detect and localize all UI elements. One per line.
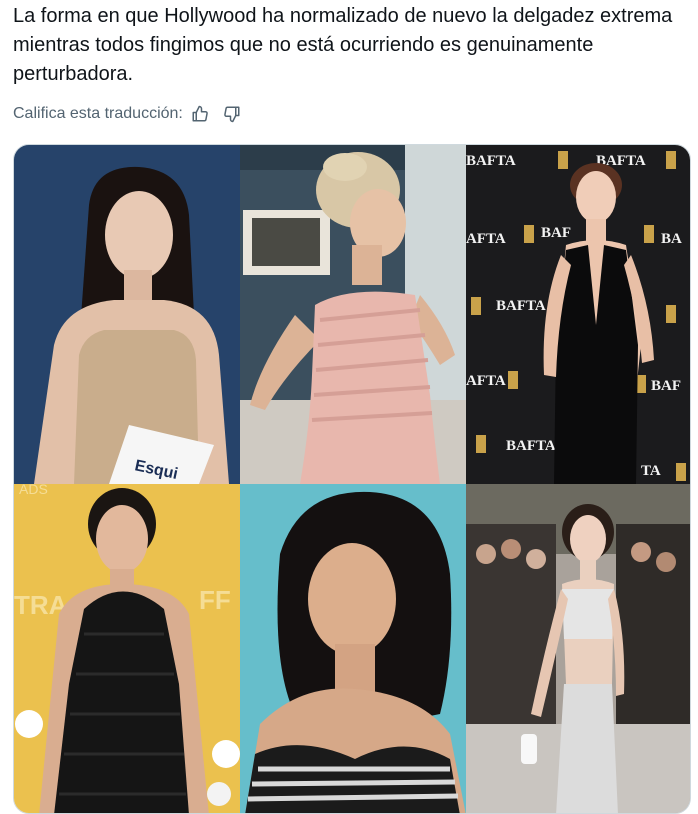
- photo-6-image: [466, 484, 690, 813]
- photo-4-image: TRA FF ADS: [14, 484, 240, 813]
- photo-2[interactable]: [240, 145, 466, 484]
- svg-text:BAFTA: BAFTA: [496, 298, 546, 314]
- photo-5[interactable]: [240, 484, 466, 813]
- svg-text:TA: TA: [641, 463, 661, 479]
- photo-3[interactable]: BAFTABAFTA AFTABAFBA BAFTAA AFTABAF BAFT…: [466, 145, 690, 484]
- thumbs-up-icon[interactable]: [189, 103, 211, 125]
- photo-3-image: BAFTABAFTA AFTABAFBA BAFTAA AFTABAF BAFT…: [466, 145, 690, 484]
- svg-text:BAFTA: BAFTA: [466, 153, 516, 169]
- photo-6[interactable]: [466, 484, 690, 813]
- svg-text:BAF: BAF: [541, 225, 571, 241]
- thumbs-down-icon[interactable]: [221, 103, 243, 125]
- photo-1-image: Esqui: [14, 145, 240, 484]
- translation-rating-label: Califica esta traducción:: [13, 105, 183, 122]
- svg-text:AFTA: AFTA: [466, 373, 506, 389]
- svg-text:BAF: BAF: [651, 378, 681, 394]
- photo-1[interactable]: Esqui: [14, 145, 240, 484]
- svg-text:FF: FF: [199, 585, 231, 615]
- svg-text:ADS: ADS: [19, 484, 48, 497]
- svg-text:BA: BA: [661, 231, 682, 247]
- translation-rating: Califica esta traducción:: [13, 103, 243, 125]
- svg-text:BAFTA: BAFTA: [506, 438, 556, 454]
- media-grid[interactable]: Esqui BAFTA BAFTA AFTA BAF BA BAFTA AFTA…: [13, 144, 691, 814]
- photo-4[interactable]: TRA FF ADS: [14, 484, 240, 813]
- photo-5-image: [240, 484, 466, 813]
- tweet-text: La forma en que Hollywood ha normalizado…: [13, 5, 673, 85]
- svg-text:AFTA: AFTA: [466, 231, 506, 247]
- photo-2-image: [240, 145, 466, 484]
